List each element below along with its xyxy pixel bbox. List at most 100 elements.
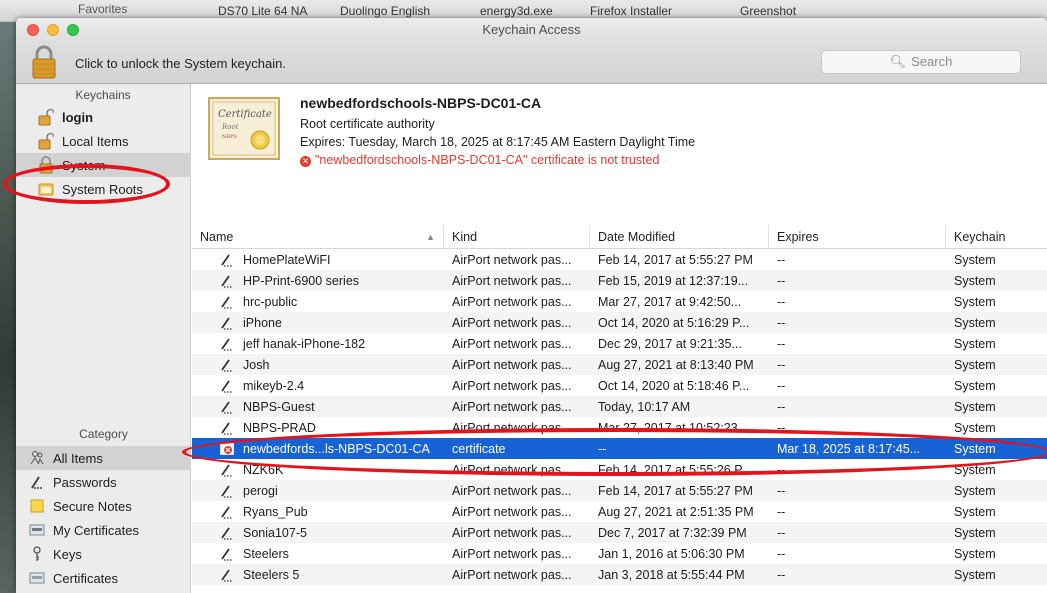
certificate-badge-sub: Root (221, 123, 239, 131)
category-header: Category (79, 427, 128, 441)
cell-expires: -- (777, 483, 786, 498)
close-button[interactable] (27, 24, 39, 36)
cell-name: hrc-public (192, 295, 444, 309)
cell-date-modified: Today, 10:17 AM (598, 399, 691, 414)
unlock-message: Click to unlock the System keychain. (75, 56, 286, 71)
note-icon (28, 497, 46, 515)
bookmark-item[interactable]: DS70 Lite 64 NA (218, 4, 307, 18)
main-area: Keychains login Local Items System Syste… (16, 84, 1047, 593)
table-row[interactable]: iPhone AirPort network pas... Oct 14, 2020… (192, 312, 1047, 333)
cell-name: perogi (192, 484, 444, 498)
cell-expires: -- (777, 294, 786, 309)
column-header-keychain[interactable]: Keychain (946, 225, 1046, 248)
cell-kind: AirPort network pas... (452, 357, 572, 372)
table-body: HomePlateWiFI AirPort network pas... Feb 1… (192, 249, 1047, 585)
cell-date-modified: Aug 27, 2021 at 2:51:35 PM (598, 504, 754, 519)
cell-kind: AirPort network pas... (452, 399, 572, 414)
column-header-kind[interactable]: Kind (444, 225, 590, 248)
sort-up-icon: ▲ (426, 232, 435, 242)
sidebar-item-my-certificates[interactable]: My Certificates (16, 518, 191, 542)
cell-expires: -- (777, 273, 786, 288)
cell-date-modified: Oct 14, 2020 at 5:18:46 P... (598, 378, 750, 393)
column-header-date-modified[interactable]: Date Modified (590, 225, 769, 248)
cell-keychain: System (954, 567, 996, 582)
cell-keychain: System (954, 441, 996, 456)
sidebar-item-label: All Items (53, 450, 103, 466)
sidebar-item-local-items[interactable]: Local Items (16, 129, 190, 153)
sidebar-item-all-items[interactable]: All Items (16, 446, 191, 470)
bookmark-item[interactable]: Firefox Installer (590, 4, 672, 18)
cell-keychain: System (954, 315, 996, 330)
sidebar-item-secure-notes[interactable]: Secure Notes (16, 494, 191, 518)
table-row[interactable]: HomePlateWiFI AirPort network pas... Feb 1… (192, 249, 1047, 270)
cell-keychain: System (954, 420, 996, 435)
sidebar-item-label: Keys (53, 546, 82, 562)
sidebar-item-passwords[interactable]: Passwords (16, 470, 191, 494)
table-row[interactable]: HP-Print-6900 series AirPort network pas.… (192, 270, 1047, 291)
content-pane: Certificate Root NBPS newbedfordschools-… (192, 84, 1047, 593)
bookmark-item[interactable]: Greenshot (740, 4, 796, 18)
password-pencil-icon (220, 400, 234, 414)
bookmark-item[interactable]: energy3d.exe (480, 4, 553, 18)
padlock-icon (37, 156, 55, 174)
table-row[interactable]: Ryans_Pub AirPort network pas... Aug 27, 2… (192, 501, 1047, 522)
table-row[interactable]: NBPS-PRAD AirPort network pas... Mar 27, 2… (192, 417, 1047, 438)
cell-name-text: Steelers 5 (243, 567, 300, 582)
sidebar-item-system[interactable]: System (16, 153, 190, 177)
certificate-badge-title: Certificate (218, 109, 272, 120)
table-row[interactable]: NBPS-Guest AirPort network pas... Today, 1… (192, 396, 1047, 417)
cell-kind: AirPort network pas... (452, 315, 572, 330)
sidebar-item-label: System Roots (62, 181, 143, 197)
sidebar-item-certificates[interactable]: Certificates (16, 566, 191, 590)
zoom-button[interactable] (67, 24, 79, 36)
table-row[interactable]: Steelers AirPort network pas... Jan 1, 201… (192, 543, 1047, 564)
search-input[interactable]: 🔍︎ Search (821, 50, 1021, 74)
table-row[interactable]: Josh AirPort network pas... Aug 27, 2021 a… (192, 354, 1047, 375)
password-pencil-icon (220, 253, 234, 267)
sidebar-item-keys[interactable]: Keys (16, 542, 191, 566)
cell-name-text: HP-Print-6900 series (243, 273, 360, 288)
cell-keychain: System (954, 378, 996, 393)
cell-name: Steelers (192, 547, 444, 561)
certificate-untrusted-icon (220, 442, 234, 456)
column-label: Name (200, 230, 234, 244)
table-row[interactable]: perogi AirPort network pas... Feb 14, 2017… (192, 480, 1047, 501)
password-pencil-icon (220, 484, 234, 498)
cell-kind: AirPort network pas... (452, 504, 572, 519)
key-icon (28, 545, 46, 563)
search-placeholder: Search (911, 54, 953, 69)
cell-keychain: System (954, 273, 996, 288)
table-row[interactable]: hrc-public AirPort network pas... Mar 27, … (192, 291, 1047, 312)
column-header-expires[interactable]: Expires (769, 225, 946, 248)
cell-name-text: NBPS-PRAD (243, 420, 316, 435)
category-section: Category All Items Passwords Secure Note… (16, 423, 191, 590)
table-row[interactable]: newbedfords...ls-NBPS-DC01-CA certificate… (192, 438, 1047, 459)
table-row[interactable]: Sonia107-5 AirPort network pas... Dec 7, 2… (192, 522, 1047, 543)
sidebar-item-system-roots[interactable]: System Roots (16, 177, 190, 201)
cell-name: Josh (192, 358, 444, 372)
cell-name: NBPS-Guest (192, 400, 444, 414)
cell-kind: certificate (452, 441, 506, 456)
keychains-header: Keychains (75, 88, 131, 102)
cell-keychain: System (954, 294, 996, 309)
bookmark-item[interactable]: Duolingo English (340, 4, 430, 18)
table-row[interactable]: NZK6K AirPort network pas... Feb 14, 2017 … (192, 459, 1047, 480)
password-pencil-icon (220, 505, 234, 519)
padlock-icon[interactable] (30, 44, 58, 80)
cell-expires: -- (777, 462, 786, 477)
sidebar-item-login[interactable]: login (16, 105, 190, 129)
password-pencil-icon (220, 337, 234, 351)
password-pencil-icon (220, 568, 234, 582)
cell-name: HP-Print-6900 series (192, 274, 444, 288)
table-row[interactable]: Steelers 5 AirPort network pas... Jan 3, 2… (192, 564, 1047, 585)
cell-name: NBPS-PRAD (192, 421, 444, 435)
search-icon: 🔍︎ (889, 54, 907, 69)
table-row[interactable]: jeff hanak-iPhone-182 AirPort network pas… (192, 333, 1047, 354)
cell-name: Ryans_Pub (192, 505, 444, 519)
certificate-icon (28, 521, 46, 539)
column-header-name[interactable]: Name ▲ (192, 225, 444, 248)
minimize-button[interactable] (47, 24, 59, 36)
cell-kind: AirPort network pas... (452, 462, 572, 477)
table-row[interactable]: mikeyb-2.4 AirPort network pas... Oct 14, … (192, 375, 1047, 396)
cell-date-modified: Feb 14, 2017 at 5:55:27 PM (598, 252, 753, 267)
